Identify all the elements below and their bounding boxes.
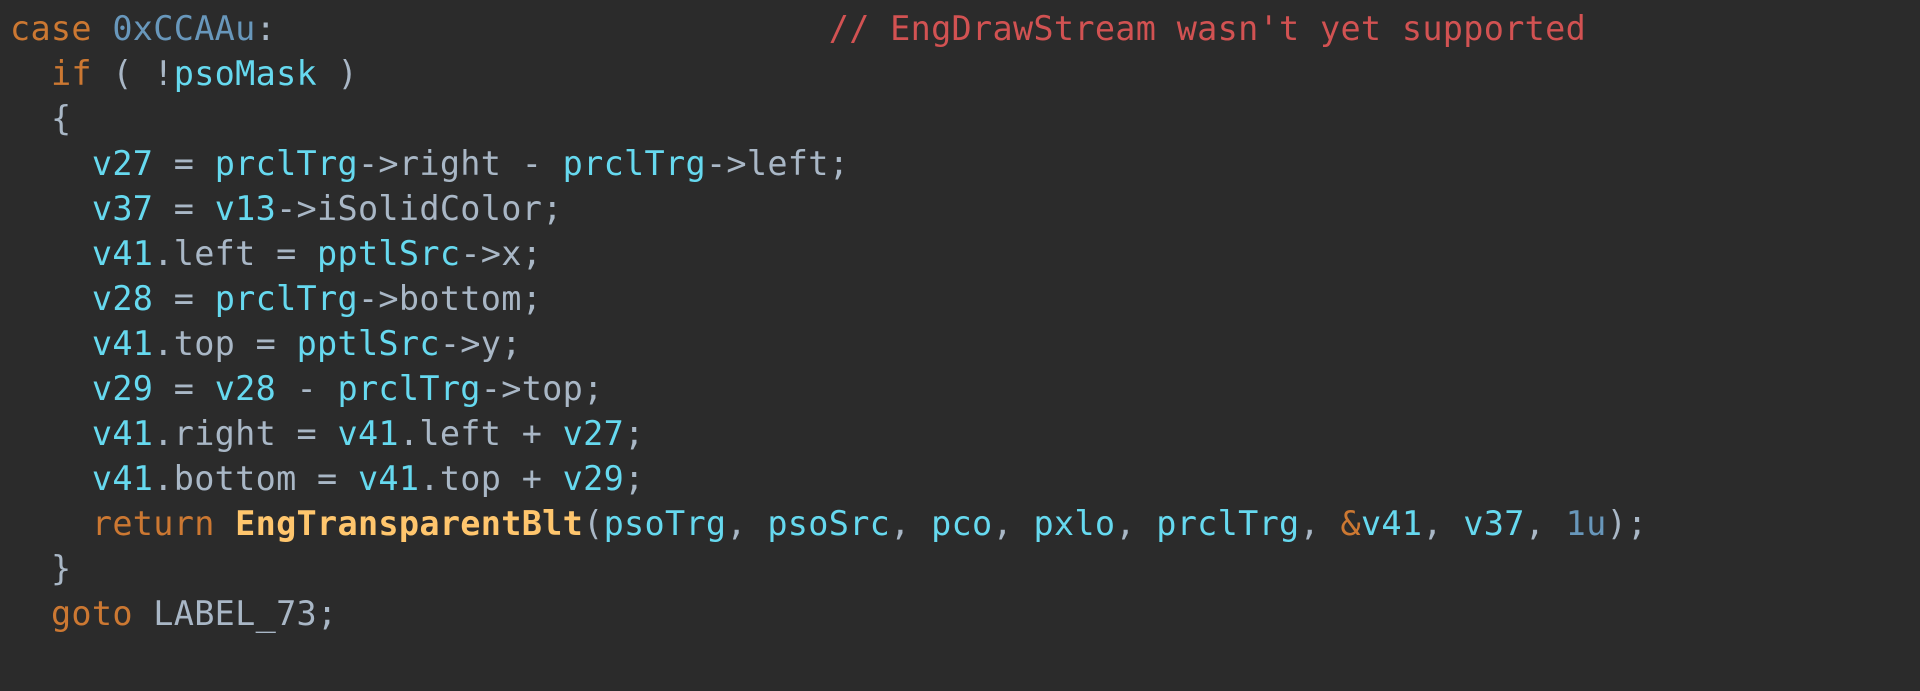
keyword-case: case [10,9,92,48]
fn-call: EngTransparentBlt [235,504,583,543]
keyword-goto: goto [51,594,133,633]
code-line: if ( !psoMask ) [10,54,358,93]
paren-close: ) [317,54,358,93]
code-line: v37 = v13->iSolidColor; [10,189,563,228]
goto-label: LABEL_73 [153,594,317,633]
brace-close: } [51,549,71,588]
colon: : [256,9,276,48]
v27: v27 [92,144,153,183]
cond-var: psoMask [174,54,317,93]
brace-open: { [51,99,71,138]
code-line: goto LABEL_73; [10,594,338,633]
keyword-if: if [51,54,92,93]
code-block: case 0xCCAAu: // EngDrawStream wasn't ye… [0,0,1920,636]
comment: // EngDrawStream wasn't yet supported [829,9,1586,48]
paren-open-neg: ( ! [112,54,173,93]
code-line: v41.left = pptlSrc->x; [10,234,542,273]
code-line: v27 = prclTrg->right - prclTrg->left; [10,144,849,183]
code-line: return EngTransparentBlt(psoTrg, psoSrc,… [10,504,1648,543]
code-line: v29 = v28 - prclTrg->top; [10,369,604,408]
v37: v37 [92,189,153,228]
code-line: case 0xCCAAu: // EngDrawStream wasn't ye… [10,9,1586,48]
keyword-return: return [92,504,215,543]
v28: v28 [92,279,153,318]
code-line: v41.bottom = v41.top + v29; [10,459,645,498]
code-line: v41.top = pptlSrc->y; [10,324,522,363]
case-value: 0xCCAAu [112,9,255,48]
code-line: { [10,99,71,138]
amp-icon: & [1340,504,1360,543]
code-line: v41.right = v41.left + v27; [10,414,645,453]
code-line: v28 = prclTrg->bottom; [10,279,542,318]
v29: v29 [92,369,153,408]
code-line: } [10,549,71,588]
